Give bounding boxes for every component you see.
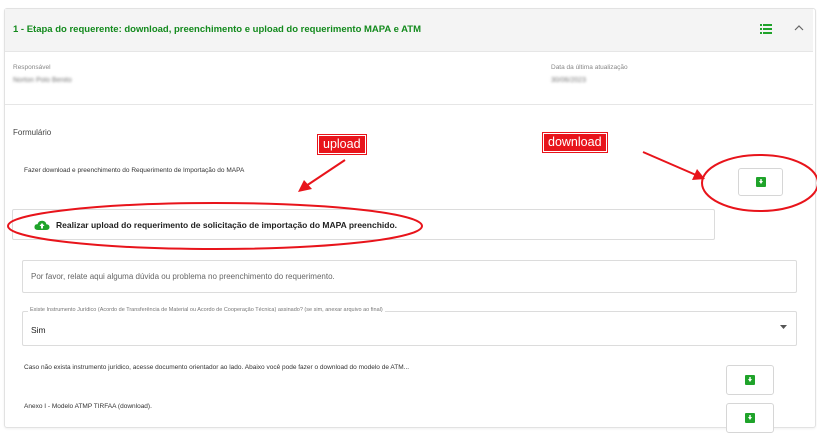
upload-label[interactable]: Realizar upload do requerimento de solic… <box>56 220 397 230</box>
legal-instrument-select[interactable] <box>22 311 797 346</box>
form-section-title: Formulário <box>13 128 52 137</box>
download-annex-button[interactable] <box>726 403 774 433</box>
cloud-upload-icon <box>34 220 50 230</box>
download-icon <box>745 375 755 385</box>
page-title: 1 - Etapa do requerente: download, preen… <box>13 24 422 35</box>
updated-value: 30/06/2023 <box>551 77 587 84</box>
atm-note: Caso não exista instrumento jurídico, ac… <box>24 364 410 371</box>
caret-down-icon[interactable] <box>780 325 787 330</box>
chevron-up-icon[interactable] <box>794 24 804 32</box>
annex-label: Anexo I - Modelo ATMP TIRFAA (download). <box>24 403 152 410</box>
responsible-label: Responsável <box>13 64 51 71</box>
download-prompt: Fazer download e preenchimento do Requer… <box>24 167 245 174</box>
download-icon <box>745 413 755 423</box>
download-atm-guide-button[interactable] <box>726 365 774 395</box>
upload-annotation-label: upload <box>318 135 366 154</box>
select-label: Existe Instrumento Jurídico (Acordo de T… <box>28 307 385 313</box>
select-value: Sim <box>31 325 46 335</box>
download-icon <box>755 177 766 187</box>
download-annotation-label: download <box>543 133 607 152</box>
question-placeholder: Por favor, relate aqui alguma dúvida ou … <box>31 272 335 281</box>
download-requirement-button[interactable] <box>738 168 783 196</box>
updated-label: Data da última atualização <box>551 64 628 71</box>
section-divider <box>5 104 813 105</box>
list-menu-icon[interactable] <box>760 24 772 34</box>
responsible-value: Norton Polo Benito <box>13 77 72 84</box>
